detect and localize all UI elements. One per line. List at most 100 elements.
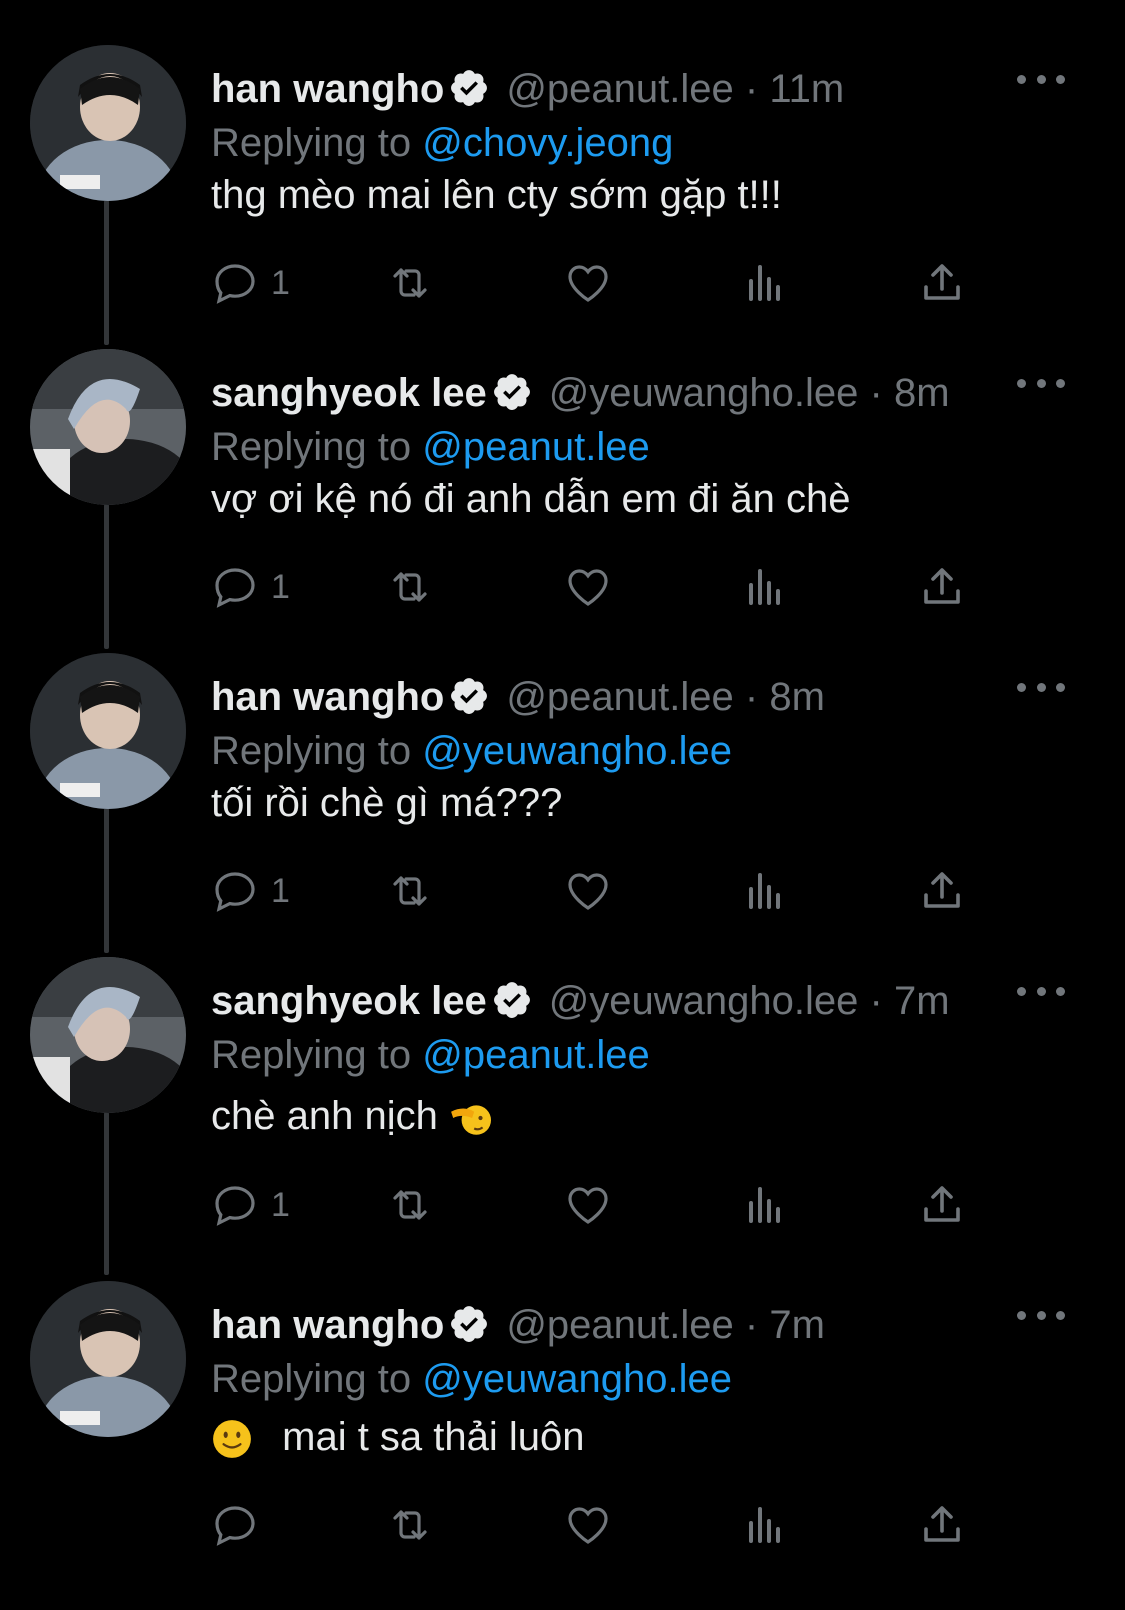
tweet-actions: 1 [211, 864, 1001, 918]
views-icon [749, 1507, 780, 1543]
display-name[interactable]: han wangho [211, 67, 444, 111]
share-icon [924, 1506, 960, 1542]
share-button[interactable] [918, 256, 966, 310]
views-button[interactable] [741, 1178, 789, 1232]
more-icon[interactable] [1017, 368, 1065, 398]
avatar[interactable] [30, 653, 186, 809]
tweet[interactable]: sanghyeok lee @yeuwangho.lee · 8m Replyin… [0, 344, 1125, 644]
user-handle[interactable]: @peanut.lee [506, 67, 733, 111]
retweet-button[interactable] [386, 560, 434, 614]
reply-count: 1 [271, 567, 290, 606]
retweet-icon [393, 876, 427, 906]
verified-badge-icon [493, 982, 530, 1018]
reply-count: 1 [271, 263, 290, 302]
share-button[interactable] [918, 1498, 966, 1552]
retweet-button[interactable] [386, 864, 434, 918]
like-icon [568, 873, 608, 910]
retweet-icon [393, 268, 427, 298]
user-handle[interactable]: @yeuwangho.lee [549, 979, 859, 1023]
avatar[interactable] [30, 349, 186, 505]
views-button[interactable] [741, 1498, 789, 1552]
user-handle[interactable]: @yeuwangho.lee [549, 371, 859, 415]
replying-to: Replying to @yeuwangho.lee [211, 1354, 732, 1404]
reply-icon [215, 872, 255, 912]
retweet-button[interactable] [386, 256, 434, 310]
reply-icon [215, 568, 255, 608]
more-icon[interactable] [1017, 672, 1065, 702]
timestamp[interactable]: 7m [769, 1303, 825, 1347]
reply-button[interactable]: 1 [211, 864, 290, 918]
retweet-icon [393, 1190, 427, 1220]
verified-badge-icon [451, 678, 488, 714]
views-button[interactable] [741, 256, 789, 310]
timestamp[interactable]: 11m [769, 67, 844, 111]
tweet-actions: 1 [211, 560, 1001, 614]
tweet-actions: 1 [211, 1178, 1001, 1232]
like-icon [568, 1187, 608, 1224]
share-icon [924, 1186, 960, 1222]
tweet-header: han wangho @peanut.lee · 8m [211, 670, 1085, 724]
retweet-button[interactable] [386, 1498, 434, 1552]
display-name[interactable]: sanghyeok lee [211, 371, 487, 415]
user-handle[interactable]: @peanut.lee [506, 675, 733, 719]
views-button[interactable] [741, 560, 789, 614]
timestamp[interactable]: 8m [769, 675, 825, 719]
avatar[interactable] [30, 45, 186, 201]
replying-to-handle[interactable]: @chovy.jeong [422, 121, 673, 165]
reply-icon [215, 1186, 255, 1226]
tweet-text: chè anh nịch [211, 1094, 438, 1138]
separator-dot: · [869, 979, 883, 1023]
like-button[interactable] [564, 864, 612, 918]
share-button[interactable] [918, 560, 966, 614]
share-button[interactable] [918, 1178, 966, 1232]
more-icon[interactable] [1017, 64, 1065, 94]
views-icon [749, 873, 780, 909]
replying-to-label: Replying to [211, 729, 412, 773]
tweet-header: sanghyeok lee @yeuwangho.lee · 8m [211, 366, 1085, 420]
tweet-text: mai t sa thải luôn [282, 1415, 585, 1459]
verified-badge-icon [493, 374, 530, 410]
retweet-button[interactable] [386, 1178, 434, 1232]
display-name[interactable]: sanghyeok lee [211, 979, 487, 1023]
display-name[interactable]: han wangho [211, 675, 444, 719]
timestamp[interactable]: 7m [894, 979, 950, 1023]
replying-to: Replying to @peanut.lee [211, 1030, 650, 1080]
tweet-text: vợ ơi kệ nó đi anh dẫn em đi ăn chè [211, 477, 851, 521]
more-icon[interactable] [1017, 976, 1065, 1006]
slightly-smiling-face-emoji [213, 1420, 251, 1459]
reply-button[interactable] [211, 1498, 259, 1552]
tweet[interactable]: han wangho @peanut.lee · 11m Replying to … [0, 40, 1125, 340]
like-button[interactable] [564, 256, 612, 310]
tweet[interactable]: han wangho @peanut.lee · 7m Replying to @… [0, 1276, 1125, 1610]
reply-icon [215, 1506, 255, 1546]
reply-button[interactable]: 1 [211, 560, 290, 614]
replying-to: Replying to @chovy.jeong [211, 118, 673, 168]
tweet[interactable]: han wangho @peanut.lee · 8m Replying to @… [0, 648, 1125, 948]
reply-button[interactable]: 1 [211, 256, 290, 310]
tweet[interactable]: sanghyeok lee @yeuwangho.lee · 7m Replyin… [0, 952, 1125, 1272]
tweet-text: tối rồi chè gì má??? [211, 781, 563, 825]
like-button[interactable] [564, 1178, 612, 1232]
share-button[interactable] [918, 864, 966, 918]
replying-to-label: Replying to [211, 1033, 412, 1077]
replying-to-handle[interactable]: @peanut.lee [422, 425, 649, 469]
like-button[interactable] [564, 1498, 612, 1552]
reply-button[interactable]: 1 [211, 1178, 290, 1232]
replying-to-handle[interactable]: @peanut.lee [422, 1033, 649, 1077]
avatar[interactable] [30, 957, 186, 1113]
avatar[interactable] [30, 1281, 186, 1437]
display-name[interactable]: han wangho [211, 1303, 444, 1347]
separator-dot: · [744, 675, 759, 719]
separator-dot: · [744, 1303, 759, 1347]
like-button[interactable] [564, 560, 612, 614]
replying-to-handle[interactable]: @yeuwangho.lee [422, 1357, 732, 1401]
views-button[interactable] [741, 864, 789, 918]
timestamp[interactable]: 8m [894, 371, 950, 415]
user-handle[interactable]: @peanut.lee [506, 1303, 733, 1347]
more-icon[interactable] [1017, 1300, 1065, 1330]
saluting-face-emoji [451, 1105, 491, 1136]
reply-icon [215, 264, 255, 304]
tweet-thread: han wangho @peanut.lee · 11m Replying to … [0, 0, 1125, 1610]
replying-to-handle[interactable]: @yeuwangho.lee [422, 729, 732, 773]
tweet-header: han wangho @peanut.lee · 11m [211, 62, 1085, 116]
